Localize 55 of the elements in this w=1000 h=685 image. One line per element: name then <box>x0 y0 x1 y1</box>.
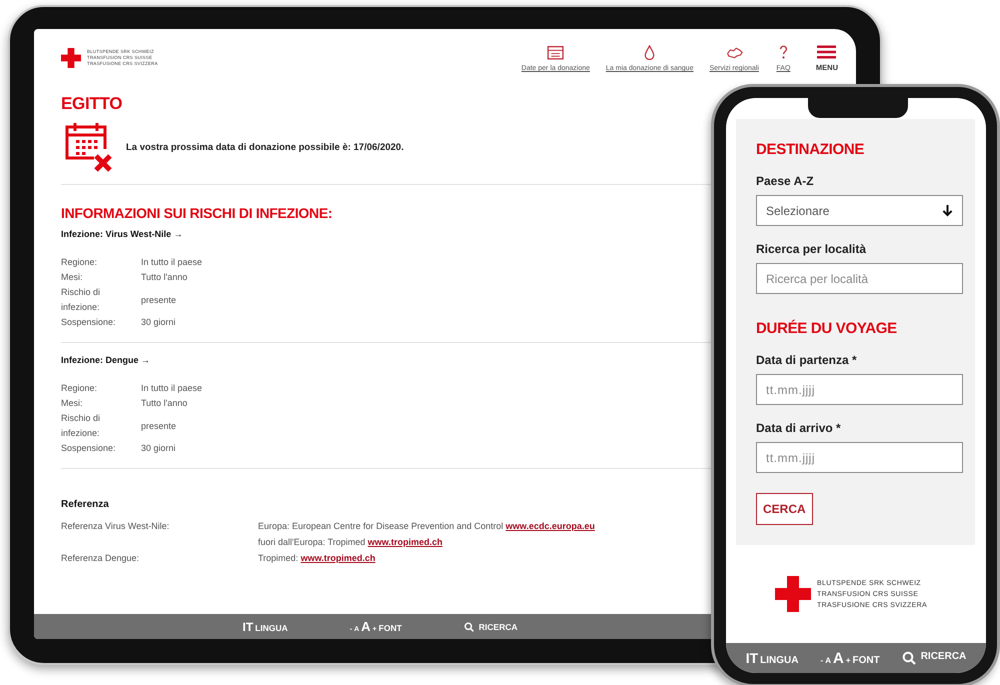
arrow-down-icon <box>942 204 953 217</box>
calendar-icon <box>547 45 564 60</box>
field-value: 30 giorni <box>141 316 177 329</box>
field-label: Sospensione: <box>61 442 117 455</box>
language-button[interactable]: IT LINGUA <box>746 650 799 666</box>
field-label: Data di arrivo * <box>756 421 841 435</box>
field-label: Regione: <box>61 382 98 395</box>
field-value: presente <box>141 420 178 433</box>
menu-icon <box>817 45 836 59</box>
map-icon <box>726 45 743 60</box>
field-value: presente <box>141 294 178 307</box>
reference-text: Europa: European Centre for Disease Prevention and Control <box>258 521 504 531</box>
field-value: 30 giorni <box>141 442 177 455</box>
field-label: Rischio di infezione: <box>61 286 102 314</box>
field-value: In tutto il paese <box>141 256 202 269</box>
country-title: EGITTO <box>61 94 122 114</box>
language-button[interactable]: IT LINGUA <box>242 620 288 634</box>
cross-logo-icon <box>61 48 81 68</box>
infection-link[interactable]: Infezione: Dengue → <box>61 355 150 365</box>
country-select[interactable]: Selezionare <box>756 195 963 226</box>
field-label: Regione: <box>61 256 98 269</box>
search-button[interactable]: RICERCA <box>464 622 518 632</box>
reference-link[interactable]: www.tropimed.ch <box>300 553 376 563</box>
reference-link[interactable]: www.tropimed.ch <box>368 537 442 547</box>
field-label: Mesi: <box>61 271 84 284</box>
infection-link[interactable]: Infezione: Virus West-Nile → <box>61 229 183 239</box>
reference-text: fuori dall'Europa: Tropimed <box>258 537 366 547</box>
field-label: Data di partenza * <box>756 353 857 367</box>
field-label: Rischio di infezione: <box>61 412 102 440</box>
section-title: INFORMAZIONI SUI RISCHI DI INFEZIONE: <box>61 205 332 221</box>
section-title: DESTINAZIONE <box>756 141 864 158</box>
field-label: Ricerca per località <box>756 242 866 256</box>
calendar-cross-icon <box>64 120 114 174</box>
location-field[interactable]: Ricerca per località <box>756 263 963 294</box>
search-button[interactable]: CERCA <box>756 493 813 525</box>
date-field[interactable]: tt.mm.jjjj <box>756 442 963 473</box>
cross-logo-icon <box>775 576 812 612</box>
field-label: Sospensione: <box>61 316 117 329</box>
field-value: Tutto l'anno <box>141 397 188 410</box>
field-value: Tutto l'anno <box>141 271 188 284</box>
reference-link[interactable]: www.ecdc.europa.eu <box>506 521 595 531</box>
field-value: In tutto il paese <box>141 382 202 395</box>
next-donation-text: La vostra prossima data di donazione possibile è: 17/06/2020. <box>126 142 404 152</box>
field-label: Paese A-Z <box>756 174 814 188</box>
date-field[interactable]: tt.mm.jjjj <box>756 374 963 405</box>
reference-text: Tropimed: <box>258 553 298 563</box>
reference-title: Referenza <box>61 499 109 510</box>
search-icon <box>902 651 916 665</box>
reference-label: Referenza Virus West-Nile: <box>61 520 170 533</box>
search-icon <box>464 622 474 632</box>
reference-label: Referenza Dengue: <box>61 552 140 565</box>
section-title: DURÉE DU VOYAGE <box>756 320 897 337</box>
field-label: Mesi: <box>61 397 84 410</box>
font-size-button[interactable]: - A A+ FONT <box>820 650 880 666</box>
search-button[interactable]: RICERCA <box>902 651 966 665</box>
